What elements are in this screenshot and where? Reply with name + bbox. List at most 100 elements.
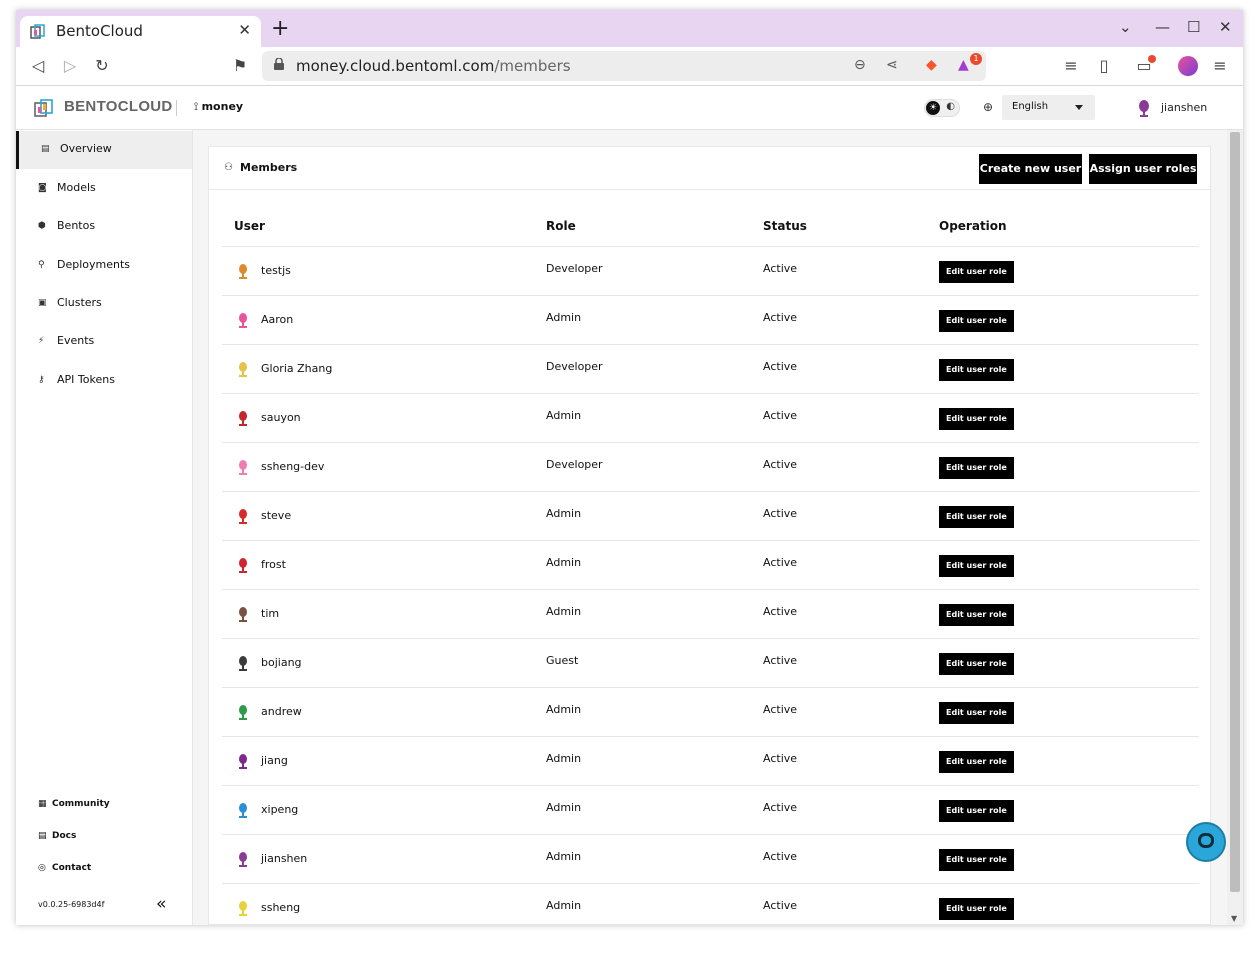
edit-user-role-button[interactable]: Edit user role — [939, 358, 1014, 381]
status-cell: Active — [751, 736, 927, 786]
user-name: ssheng-dev — [261, 460, 325, 473]
role-cell: Developer — [534, 246, 751, 296]
sidebar-toggle-icon[interactable]: ▯ — [1094, 56, 1114, 76]
bookmark-icon[interactable]: ⚑ — [230, 56, 250, 76]
user-name: andrew — [261, 705, 302, 718]
edit-user-role-button[interactable]: Edit user role — [939, 407, 1014, 430]
browser-tab[interactable]: BentoCloud ✕ — [20, 16, 261, 47]
sidebar-item-api-tokens[interactable]: ⚷ API Tokens — [16, 362, 192, 400]
edit-user-role-button[interactable]: Edit user role — [939, 309, 1014, 332]
org-switcher[interactable]: ⟟ money — [194, 100, 243, 114]
create-new-user-button[interactable]: Create new user — [979, 154, 1082, 184]
close-tab-icon[interactable]: ✕ — [238, 21, 251, 39]
maximize-icon[interactable]: ☐ — [1187, 18, 1200, 36]
edit-user-role-button[interactable]: Edit user role — [939, 554, 1014, 577]
edit-user-role-button[interactable]: Edit user role — [939, 260, 1014, 283]
user-cell-content: jiang — [234, 752, 534, 770]
sidebar-item-events[interactable]: ⚡ Events — [16, 323, 192, 361]
user-name: jiang — [261, 754, 288, 767]
close-window-icon[interactable]: ✕ — [1219, 18, 1232, 36]
sidebar-item-models[interactable]: ◙ Models — [16, 170, 192, 208]
edit-user-role-button[interactable]: Edit user role — [939, 848, 1014, 871]
rewards-icon[interactable]: ▲ — [958, 57, 969, 73]
back-icon[interactable]: ◁ — [28, 56, 48, 76]
user-avatar-icon — [239, 802, 247, 818]
user-cell-content: ssheng — [234, 899, 534, 917]
user-cell-content: Aaron — [234, 311, 534, 329]
new-tab-button[interactable]: + — [271, 18, 289, 40]
role-cell: Developer — [534, 344, 751, 394]
sidebar-item-label: Deployments — [57, 258, 131, 271]
sidebar-item-overview[interactable]: ▤ Overview — [16, 131, 192, 169]
forward-icon[interactable]: ▷ — [60, 56, 80, 76]
brand-logo-text[interactable]: BENTOCLOUD — [64, 98, 173, 115]
scroll-down-icon[interactable]: ▼ — [1231, 914, 1237, 923]
user-avatar-icon — [239, 557, 247, 573]
theme-toggle[interactable]: ☀ ◐ — [924, 99, 960, 117]
edit-user-role-button[interactable]: Edit user role — [939, 652, 1014, 675]
operation-cell: Edit user role — [927, 540, 1199, 590]
user-cell: Gloria Zhang — [222, 344, 534, 394]
operation-cell: Edit user role — [927, 785, 1199, 835]
edit-user-role-button[interactable]: Edit user role — [939, 603, 1014, 626]
user-cell: jiang — [222, 736, 534, 786]
sidebar-link-community[interactable]: ▦ Community — [38, 799, 110, 809]
share-icon[interactable]: ⋖ — [886, 57, 898, 73]
menu-icon[interactable]: ≡ — [1210, 56, 1230, 76]
status-cell: Active — [751, 834, 927, 884]
operation-cell: Edit user role — [927, 883, 1199, 925]
user-avatar-icon — [239, 508, 247, 524]
user-cell-content: jianshen — [234, 850, 534, 868]
chat-bubble-icon — [1198, 833, 1214, 848]
sidebar-item-bentos[interactable]: ⬢ Bentos — [16, 208, 192, 246]
table-row: Gloria Zhang Developer Active Edit user rol… — [222, 344, 1199, 394]
address-bar[interactable]: money.cloud.bentoml.com/members ⊖ ⋖ ◆ ▲ … — [262, 51, 986, 81]
user-cell: bojiang — [222, 638, 534, 688]
user-cell-content: steve — [234, 507, 534, 525]
profile-avatar-icon[interactable] — [1178, 56, 1198, 76]
sidebar-link-contact[interactable]: ◎ Contact — [38, 863, 91, 873]
user-name[interactable]: jianshen — [1161, 101, 1207, 114]
user-name: jianshen — [261, 852, 308, 865]
user-avatar[interactable] — [1137, 97, 1151, 117]
sidebar-item-clusters[interactable]: ▣ Clusters — [16, 285, 192, 323]
sidebar-item-deployments[interactable]: ⚲ Deployments — [16, 247, 192, 285]
edit-user-role-button[interactable]: Edit user role — [939, 750, 1014, 773]
url-host: money.cloud.bentoml.com — [296, 57, 495, 75]
tab-list-icon[interactable]: ⌄ — [1119, 18, 1132, 36]
role-cell: Admin — [534, 883, 751, 925]
table-row: steve Admin Active Edit user role — [222, 491, 1199, 541]
edit-user-role-button[interactable]: Edit user role — [939, 456, 1014, 479]
sidebar: ▤ Overview ◙ Models ⬢ Bentos ⚲ Deploymen… — [16, 130, 193, 925]
user-name: frost — [261, 558, 286, 571]
edit-user-role-button[interactable]: Edit user role — [939, 701, 1014, 724]
zoom-icon[interactable]: ⊖ — [854, 57, 866, 73]
role-cell: Admin — [534, 736, 751, 786]
table-row: sauyon Admin Active Edit user role — [222, 393, 1199, 443]
user-avatar-icon — [239, 704, 247, 720]
collapse-sidebar-icon[interactable]: « — [156, 894, 166, 914]
chat-support-button[interactable] — [1186, 822, 1226, 862]
edit-user-role-button[interactable]: Edit user role — [939, 799, 1014, 822]
tab-title: BentoCloud — [56, 22, 143, 40]
app-header: BENTOCLOUD ⟟ money ☀ ◐ ⊕ English jianshe… — [16, 86, 1243, 130]
assign-user-roles-button[interactable]: Assign user roles — [1089, 154, 1197, 184]
reload-icon[interactable]: ↻ — [92, 56, 112, 76]
bentocloud-logo-icon[interactable] — [34, 98, 54, 118]
sidebar-link-docs[interactable]: ▤ Docs — [38, 831, 76, 841]
minimize-icon[interactable]: — — [1155, 18, 1170, 36]
playlist-icon[interactable]: ≡ — [1061, 56, 1081, 76]
table-row: jiang Admin Active Edit user role — [222, 736, 1199, 786]
user-name: sauyon — [261, 411, 301, 424]
page-scrollbar[interactable]: ▼ — [1227, 130, 1243, 925]
user-cell: ssheng-dev — [222, 442, 534, 492]
scrollbar-thumb[interactable] — [1230, 132, 1240, 892]
edit-user-role-button[interactable]: Edit user role — [939, 505, 1014, 528]
language-select[interactable]: English — [1002, 95, 1095, 120]
edit-user-role-button[interactable]: Edit user role — [939, 897, 1014, 920]
members-icon: ⚇ — [224, 162, 233, 173]
brave-shields-icon[interactable]: ◆ — [926, 57, 937, 73]
url-path: /members — [494, 57, 571, 75]
header-divider — [176, 100, 177, 116]
members-table: User Role Status Operation testjs Develop… — [222, 207, 1199, 925]
